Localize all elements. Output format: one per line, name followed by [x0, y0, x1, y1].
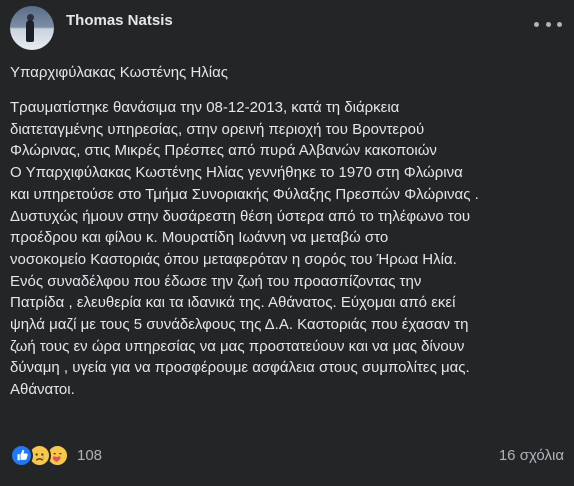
post-text-line: Πατρίδα , ελευθερία και τα ιδανικά της. …: [10, 294, 456, 312]
post-paragraph: Τραυματίστηκε θανάσιμα την 08-12-2013, κ…: [10, 97, 565, 401]
post-text-line: διατεταγμένης υπηρεσίας, στην ορεινή περ…: [10, 120, 425, 138]
post-text-line: προέδρου και φίλου κ. Μουρατίδη Ιωάννη ν…: [10, 229, 389, 247]
post-text-line: δύναμη , υγεία για να προσφέρουμε ασφάλε…: [10, 359, 470, 377]
post-text-line: νοσοκομείο Καστοριάς όπου μεταφερόταν η …: [10, 250, 457, 268]
dot: [557, 21, 562, 27]
post-text-line: Ο Υπαρχιφύλακας Κωστένης Ηλίας γεννήθηκε…: [10, 164, 463, 182]
like-icon: [10, 443, 33, 467]
comments-count-link[interactable]: 16 σχόλια: [499, 447, 564, 464]
post-text-line: Αθάνατοι.: [10, 381, 75, 399]
facebook-post: Thomas Natsis Υπαρχιφύλακας Κωστένης Ηλί…: [0, 0, 574, 486]
post-text-line: Ενός συναδέλφου που έδωσε την ζωή του πρ…: [10, 272, 422, 290]
dot: [534, 21, 539, 27]
author-name[interactable]: Thomas Natsis: [66, 12, 173, 29]
post-header: Thomas Natsis: [10, 6, 564, 50]
post-title-line: Υπαρχιφύλακας Κωστένης Ηλίας: [10, 64, 229, 81]
post-text-line: Τραυματίστηκε θανάσιμα την 08-12-2013, κ…: [10, 99, 400, 116]
avatar[interactable]: [10, 6, 54, 50]
more-options-icon[interactable]: [534, 14, 562, 34]
post-text-line: και υπηρετούσε στο Τμήμα Συνοριακής Φύλα…: [10, 185, 479, 203]
reactions-summary[interactable]: 108: [10, 443, 103, 467]
post-text-line: ψηλά μαζί με τους 5 συνάδελφους της Δ.Α.…: [10, 316, 469, 334]
reaction-count: 108: [77, 446, 103, 464]
post-body: Υπαρχιφύλακας Κωστένης Ηλίας Τραυματίστη…: [10, 62, 565, 401]
avatar-figure-body: [26, 20, 34, 42]
post-text-line: ζωή τους εν ώρα υπηρεσίας να μας προστατ…: [10, 337, 465, 355]
post-text-line: Φλώρινας, στις Μικρές Πρέσπες από πυρά Α…: [10, 142, 437, 160]
post-footer: 108 16 σχόλια: [10, 442, 564, 468]
dot: [545, 21, 551, 27]
post-text-line: Δυστυχώς ήμουν στην δυσάρεστη θέση ύστερ…: [10, 207, 471, 225]
